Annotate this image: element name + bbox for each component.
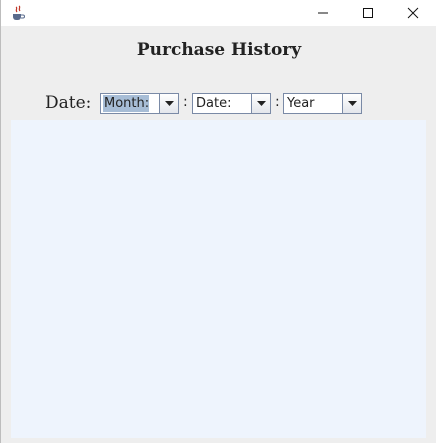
day-select-value: Date:: [196, 96, 232, 111]
purchase-history-panel: [11, 120, 426, 438]
chevron-down-icon: [347, 101, 357, 106]
month-select-value: Month:: [103, 95, 150, 112]
date-separator: :: [183, 94, 188, 110]
day-select[interactable]: Date:: [192, 93, 271, 114]
minimize-icon: [318, 12, 328, 14]
chevron-down-icon: [256, 101, 266, 106]
year-select[interactable]: Year: [283, 93, 362, 114]
maximize-button[interactable]: [346, 0, 390, 26]
day-dropdown-button[interactable]: [251, 94, 270, 113]
title-bar[interactable]: [1, 0, 436, 26]
year-dropdown-button[interactable]: [342, 94, 361, 113]
maximize-icon: [363, 8, 373, 18]
month-dropdown-button[interactable]: [159, 94, 178, 113]
close-button[interactable]: [391, 0, 435, 26]
chevron-down-icon: [164, 101, 174, 106]
minimize-button[interactable]: [301, 0, 345, 26]
date-label: Date:: [45, 93, 92, 113]
close-icon: [407, 7, 419, 19]
year-select-value: Year: [287, 96, 315, 111]
purchase-history-window: Purchase History Date: Month: : Date: : …: [0, 0, 436, 443]
date-separator: :: [275, 94, 280, 110]
page-title: Purchase History: [136, 40, 302, 60]
java-cup-icon: [10, 5, 26, 21]
month-select[interactable]: Month:: [100, 93, 179, 114]
